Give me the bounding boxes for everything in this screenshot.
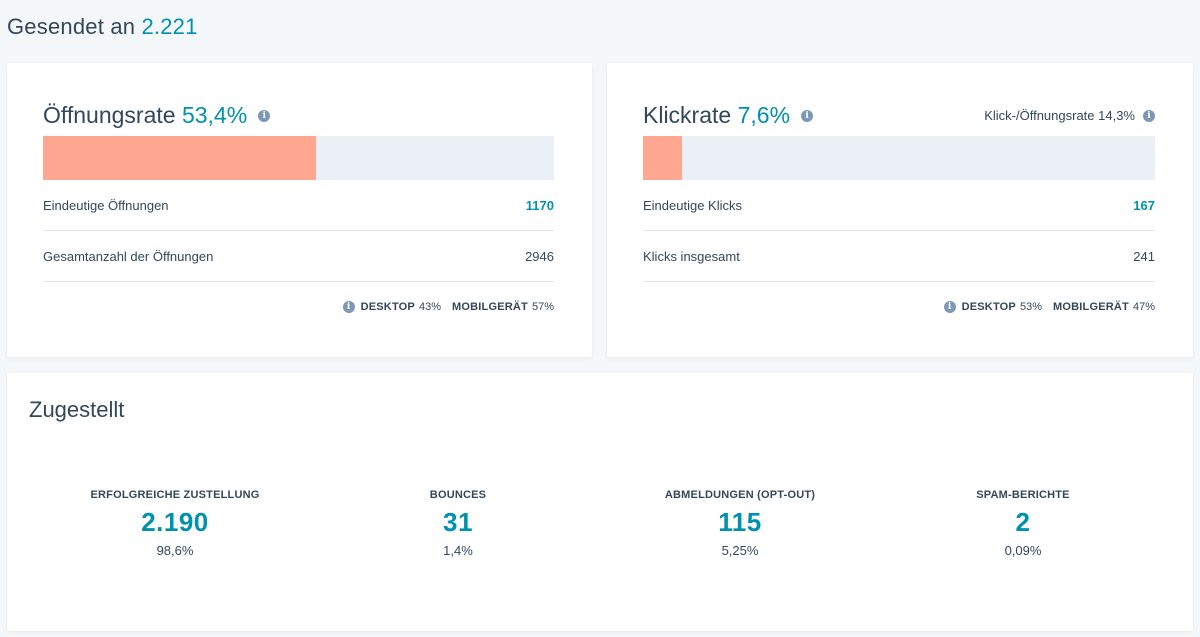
successful-delivery-metric: ERFOLGREICHE ZUSTELLUNG 2.190 98,6%	[45, 489, 305, 558]
mobile-label: MOBILGERÄT	[1053, 301, 1129, 313]
click-rate-value: 7,6%	[737, 101, 791, 128]
metric-percent: 5,25%	[721, 543, 759, 558]
metric-label: ABMELDUNGEN (OPT-OUT)	[664, 489, 816, 501]
total-opens-label: Gesamtanzahl der Öffnungen	[43, 248, 214, 264]
click-device-breakdown: i DESKTOP 53% MOBILGERÄT 47%	[943, 301, 1155, 313]
unique-clicks-row: Eindeutige Klicks 167	[643, 180, 1155, 231]
total-opens-row: Gesamtanzahl der Öffnungen 2946	[43, 231, 554, 282]
unique-clicks-label: Eindeutige Klicks	[643, 197, 742, 213]
click-rate-bar	[643, 136, 1155, 180]
metric-value[interactable]: 2.190	[45, 507, 305, 538]
info-icon[interactable]: i	[1143, 110, 1155, 122]
open-rate-title: Öffnungsrate 53,4%	[43, 102, 247, 129]
click-to-open-rate: Klick-/Öffnungsrate 14,3% i	[984, 108, 1155, 123]
info-icon[interactable]: i	[801, 110, 814, 122]
desktop-label: DESKTOP	[961, 301, 1016, 313]
total-opens-value: 2946	[525, 248, 554, 264]
sent-to-count: 2.221	[141, 14, 198, 39]
unique-opens-row: Eindeutige Öffnungen 1170	[43, 180, 554, 231]
open-rate-value: 53,4%	[181, 101, 248, 128]
open-rate-label: Öffnungsrate	[43, 101, 176, 128]
delivered-card: Zugestellt ERFOLGREICHE ZUSTELLUNG 2.190…	[7, 373, 1193, 631]
unique-opens-label: Eindeutige Öffnungen	[43, 197, 169, 213]
open-rate-bar-fill	[43, 136, 316, 180]
metric-label: BOUNCES	[429, 489, 487, 501]
metric-value[interactable]: 115	[610, 507, 870, 538]
mobile-percent: 47%	[1132, 301, 1155, 313]
metric-value[interactable]: 31	[328, 507, 588, 538]
desktop-label: DESKTOP	[360, 301, 415, 313]
info-icon[interactable]: i	[342, 301, 355, 313]
delivered-title: Zugestellt	[29, 397, 125, 422]
click-rate-label: Klickrate	[643, 101, 732, 128]
bounces-metric: BOUNCES 31 1,4%	[328, 489, 588, 558]
spam-reports-metric: SPAM-BERICHTE 2 0,09%	[893, 489, 1153, 558]
metric-label: SPAM-BERICHTE	[976, 489, 1070, 501]
unsubscribes-metric: ABMELDUNGEN (OPT-OUT) 115 5,25%	[610, 489, 870, 558]
click-rate-bar-fill	[643, 136, 682, 180]
metric-percent: 1,4%	[443, 543, 473, 558]
open-device-breakdown: i DESKTOP 43% MOBILGERÄT 57%	[342, 301, 554, 313]
desktop-percent: 53%	[1019, 301, 1043, 313]
metric-label: ERFOLGREICHE ZUSTELLUNG	[90, 489, 260, 501]
total-clicks-row: Klicks insgesamt 241	[643, 231, 1155, 282]
desktop-percent: 43%	[418, 301, 442, 313]
unique-opens-link[interactable]: 1170	[526, 198, 554, 213]
open-rate-card: Öffnungsrate 53,4% i Eindeutige Öffnunge…	[7, 63, 592, 357]
click-rate-card: Klickrate 7,6% i Klick-/Öffnungsrate 14,…	[607, 63, 1193, 357]
total-clicks-label: Klicks insgesamt	[643, 248, 740, 264]
click-rate-title: Klickrate 7,6%	[643, 102, 790, 129]
sent-to-label: Gesendet an	[7, 14, 136, 39]
mobile-percent: 57%	[531, 301, 554, 313]
metric-percent: 98,6%	[156, 543, 194, 558]
page-title: Gesendet an 2.221	[7, 14, 198, 40]
mobile-label: MOBILGERÄT	[452, 301, 528, 313]
metric-percent: 0,09%	[1004, 543, 1042, 558]
open-rate-header: Öffnungsrate 53,4% i	[43, 100, 554, 130]
total-clicks-value: 241	[1133, 248, 1155, 264]
unique-clicks-link[interactable]: 167	[1133, 198, 1155, 213]
info-icon[interactable]: i	[943, 301, 956, 313]
metric-value[interactable]: 2	[893, 507, 1153, 538]
open-rate-bar	[43, 136, 554, 180]
click-to-open-rate-text: Klick-/Öffnungsrate 14,3%	[984, 107, 1135, 123]
click-rate-header: Klickrate 7,6% i Klick-/Öffnungsrate 14,…	[643, 100, 1155, 130]
info-icon[interactable]: i	[258, 110, 271, 122]
